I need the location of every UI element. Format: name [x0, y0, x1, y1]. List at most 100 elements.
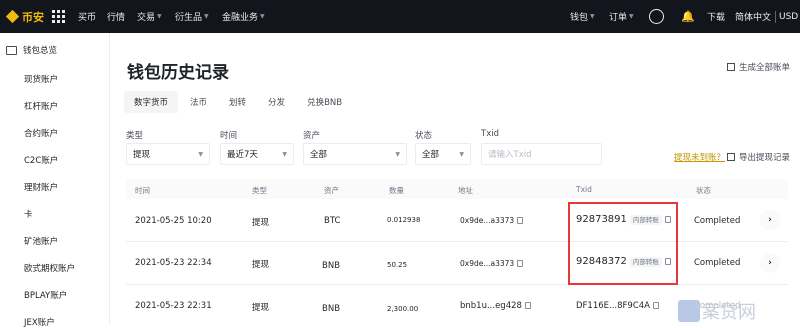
- row-asset: BTC: [324, 216, 341, 226]
- sidebar-item-label: 钱包总览: [23, 46, 58, 56]
- tab-convert-bnb[interactable]: 兑换BNB: [297, 91, 352, 113]
- bell-icon[interactable]: 🔔: [681, 0, 695, 33]
- row-amount: 0.012938: [387, 216, 421, 224]
- col-amount: 数量: [389, 186, 404, 195]
- type-filter-label: 类型: [126, 131, 144, 141]
- account-button[interactable]: [649, 0, 664, 33]
- row-status: Completed: [694, 258, 741, 268]
- status-filter-label: 状态: [415, 131, 433, 141]
- row-status: Completed: [694, 216, 741, 226]
- copy-icon[interactable]: [653, 302, 659, 309]
- sidebar-item-options[interactable]: 欧式期权账户: [24, 262, 75, 274]
- tab-crypto[interactable]: 数字货币: [124, 91, 179, 113]
- apps-grid-icon[interactable]: [52, 0, 65, 33]
- nav-orders[interactable]: 订单 ▼: [609, 0, 634, 33]
- row-time: 2021-05-25 10:20: [135, 216, 212, 226]
- asset-select[interactable]: 全部 ▼: [303, 143, 407, 165]
- chevron-down-icon: ▼: [459, 150, 464, 158]
- nav-trade[interactable]: 交易 ▼: [137, 0, 162, 33]
- watermark-logo-icon: [678, 300, 700, 322]
- expand-row-button[interactable]: ›: [760, 253, 780, 273]
- withdrawal-not-received-link[interactable]: 提现未到账？: [674, 151, 725, 163]
- main-content: 钱包历史记录 生成全部账单 数字货币 法币 划转 分发 兑换BNB 类型 提现 ▼…: [110, 33, 800, 325]
- external-link-icon: [727, 153, 735, 161]
- brand-logo[interactable]: 币安: [5, 0, 44, 33]
- chevron-down-icon: ▼: [282, 150, 287, 158]
- binance-logo-icon: [5, 9, 20, 24]
- tab-fiat[interactable]: 法币: [180, 91, 217, 113]
- chevron-down-icon: ▼: [198, 150, 203, 158]
- row-asset: BNB: [322, 261, 341, 271]
- top-nav-bar: 币安 买币 行情 交易 ▼ 衍生品 ▼ 金融业务 ▼ 钱包 ▼ 订单 ▼ 🔔 下载 简体中…: [0, 0, 800, 33]
- col-txid: Txid: [576, 185, 592, 194]
- topbar-divider: [775, 11, 776, 23]
- language-selector[interactable]: 简体中文: [735, 0, 771, 33]
- chevron-down-icon: ▼: [157, 13, 162, 20]
- tab-distribution[interactable]: 分发: [258, 91, 295, 113]
- chevron-down-icon: ▼: [590, 13, 595, 20]
- history-tabs: 数字货币 法币 划转 分发 兑换BNB: [124, 91, 354, 113]
- wallet-icon: [6, 45, 17, 55]
- copy-icon[interactable]: [524, 302, 531, 309]
- nav-wallet[interactable]: 钱包 ▼: [570, 0, 595, 33]
- watermark-text: 案贷网: [702, 302, 756, 323]
- time-filter-label: 时间: [220, 131, 238, 141]
- chevron-down-icon: ▼: [395, 150, 400, 158]
- tab-transfer[interactable]: 划转: [219, 91, 256, 113]
- row-time: 2021-05-23 22:31: [135, 301, 212, 311]
- sidebar-item-overview[interactable]: 钱包总览: [6, 44, 57, 56]
- txid-input[interactable]: 请输入Txid: [481, 143, 602, 165]
- col-address: 地址: [458, 186, 473, 195]
- sidebar-item-jex[interactable]: JEX账户: [24, 316, 55, 328]
- chevron-right-icon: ›: [768, 215, 772, 225]
- generate-statement-link[interactable]: 生成全部账单: [727, 61, 790, 73]
- copy-icon[interactable]: [517, 260, 524, 267]
- sidebar-item-margin[interactable]: 杠杆账户: [24, 100, 58, 112]
- chevron-down-icon: ▼: [204, 13, 209, 20]
- row-address[interactable]: bnb1u...eg428: [460, 301, 531, 311]
- col-status: 状态: [696, 186, 711, 195]
- sidebar-item-c2c[interactable]: C2C账户: [24, 154, 58, 166]
- type-select[interactable]: 提现 ▼: [126, 143, 210, 165]
- row-asset: BNB: [322, 304, 341, 314]
- row-address[interactable]: 0x9de...a3373: [460, 259, 524, 268]
- external-link-icon: [727, 63, 735, 71]
- download-link[interactable]: 下载: [707, 0, 725, 33]
- col-time: 时间: [135, 186, 150, 195]
- row-txid[interactable]: DF116E...8F9C4A: [576, 301, 659, 311]
- copy-icon[interactable]: [517, 217, 524, 224]
- brand-name: 币安: [22, 10, 44, 24]
- row-time: 2021-05-23 22:34: [135, 258, 212, 268]
- user-avatar-icon: [649, 9, 664, 24]
- sidebar-item-pool[interactable]: 矿池账户: [24, 235, 58, 247]
- chevron-down-icon: ▼: [629, 13, 634, 20]
- nav-derivatives[interactable]: 衍生品 ▼: [175, 0, 209, 33]
- wallet-sidebar: 钱包总览 现货账户 杠杆账户 合约账户 C2C账户 理财账户 卡 矿池账户 欧式…: [0, 33, 110, 328]
- nav-buy-crypto[interactable]: 买币: [78, 0, 96, 33]
- sidebar-item-earn[interactable]: 理财账户: [24, 181, 58, 193]
- expand-row-button[interactable]: ›: [760, 210, 780, 230]
- nav-finance[interactable]: 金融业务 ▼: [222, 0, 265, 33]
- page-title: 钱包历史记录: [127, 63, 229, 83]
- row-address[interactable]: 0x9de...a3373: [460, 216, 524, 225]
- chevron-down-icon: ▼: [260, 13, 265, 20]
- row-type: 提现: [252, 303, 270, 313]
- table-header: 时间 类型 资产 数量 地址 Txid 状态: [126, 179, 788, 199]
- sidebar-item-card[interactable]: 卡: [24, 208, 33, 220]
- chevron-right-icon: ›: [768, 258, 772, 268]
- export-withdrawals-link[interactable]: 导出提现记录: [727, 151, 790, 163]
- sidebar-item-spot[interactable]: 现货账户: [24, 73, 58, 85]
- nav-markets[interactable]: 行情: [107, 0, 125, 33]
- currency-selector[interactable]: USD: [779, 0, 798, 33]
- table-row: 2021-05-25 10:20 提现 BTC 0.012938 0x9de..…: [126, 199, 788, 242]
- txid-highlight-box: [568, 202, 678, 285]
- row-type: 提现: [252, 218, 270, 228]
- sidebar-item-bplay[interactable]: BPLAY账户: [24, 289, 67, 301]
- status-select[interactable]: 全部 ▼: [415, 143, 471, 165]
- col-type: 类型: [252, 186, 267, 195]
- row-amount: 2,300.00: [387, 305, 419, 313]
- sidebar-item-futures[interactable]: 合约账户: [24, 127, 58, 139]
- row-type: 提现: [252, 260, 270, 270]
- time-select[interactable]: 最近7天 ▼: [220, 143, 294, 165]
- col-asset: 资产: [324, 186, 339, 195]
